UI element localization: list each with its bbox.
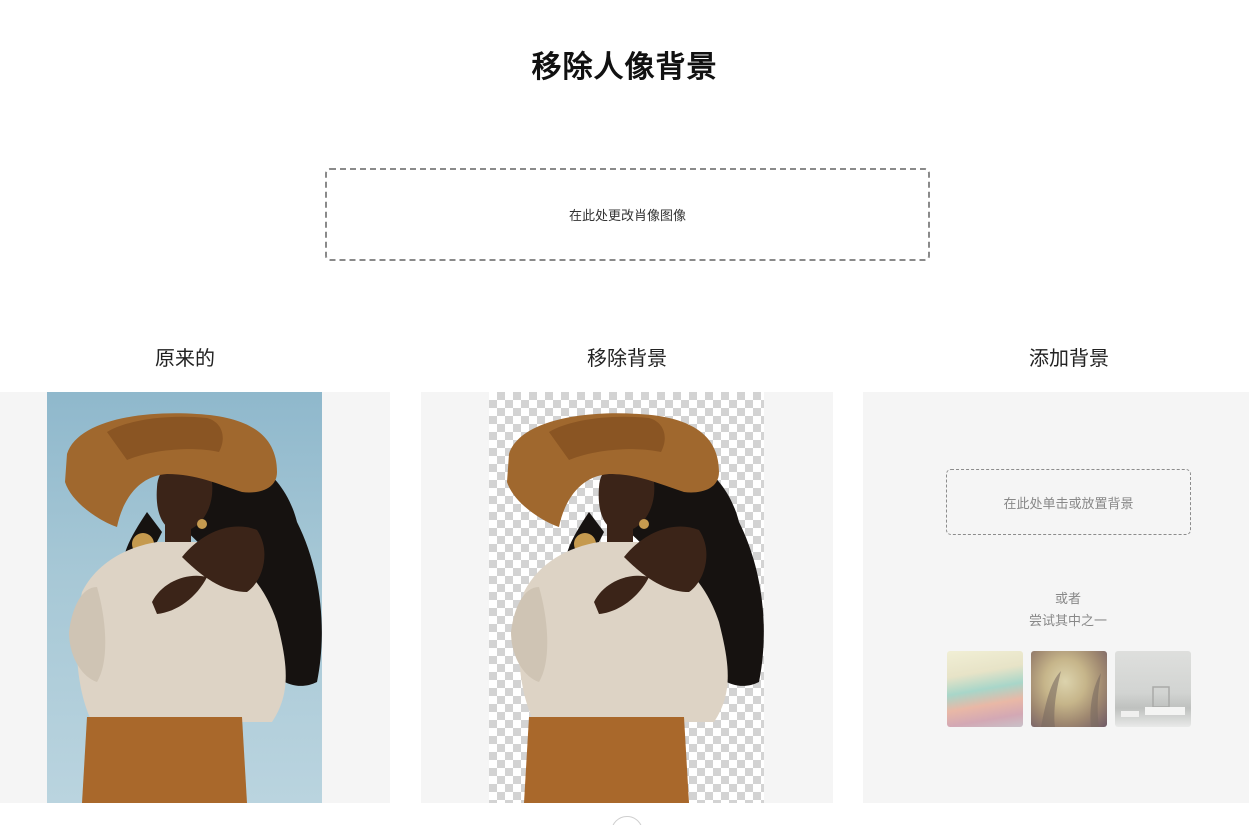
removed-background-photo (489, 392, 764, 803)
heading-add-background: 添加背景 (1029, 346, 1109, 370)
scroll-down-button[interactable] (611, 816, 643, 825)
heading-removed-background: 移除背景 (587, 346, 667, 370)
background-thumb-white-room[interactable] (1115, 651, 1191, 727)
original-photo (47, 392, 322, 803)
or-label: 或者 (1054, 592, 1081, 607)
try-one-label: 尝试其中之一 (1028, 614, 1107, 629)
portrait-upload-dropzone[interactable]: 在此处更改肖像图像 (325, 168, 930, 261)
removed-background-panel (421, 392, 833, 803)
upload-label: 在此处更改肖像图像 (568, 209, 686, 224)
background-thumb-misty-forest[interactable] (1031, 651, 1107, 727)
background-thumb-pastel-watercolor[interactable] (947, 651, 1023, 727)
portrait-cutout-image (507, 413, 764, 803)
background-dropzone-label: 在此处单击或放置背景 (1003, 496, 1134, 512)
page: 移除人像背景 在此处更改肖像图像 原来的 移除背景 添加背景 在此处单击或放置背… (0, 0, 1249, 825)
original-panel (0, 392, 390, 803)
background-dropzone[interactable]: 在此处单击或放置背景 (946, 469, 1191, 535)
page-title: 移除人像背景 (531, 50, 718, 85)
heading-original: 原来的 (155, 346, 215, 370)
add-background-panel: 在此处单击或放置背景 或者 尝试其中之一 (863, 392, 1249, 803)
portrait-original-image (65, 413, 322, 803)
room-scene (1121, 686, 1185, 717)
tree-silhouette (1041, 671, 1101, 727)
